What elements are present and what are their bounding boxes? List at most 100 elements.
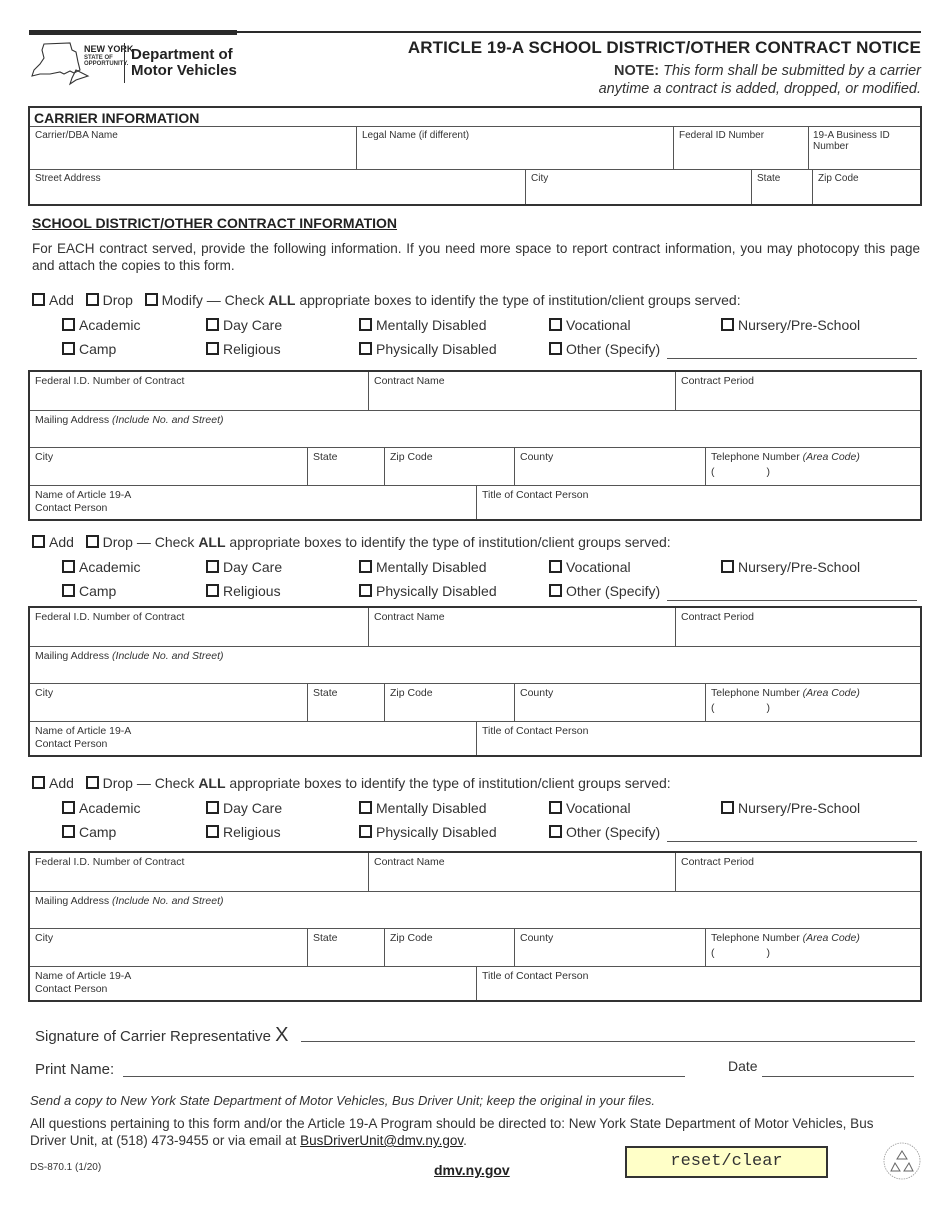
website-link[interactable]: dmv.ny.gov xyxy=(434,1162,510,1178)
contact-person-title-field[interactable]: Title of Contact Person xyxy=(476,721,920,755)
contract-county-field[interactable]: County xyxy=(514,928,705,966)
mailing-address-field[interactable]: Mailing Address (Include No. and Street) xyxy=(30,891,920,928)
contract-period-field[interactable]: Contract Period xyxy=(675,853,920,891)
religious-checkbox[interactable] xyxy=(206,342,219,355)
mentally-disabled-checkbox[interactable] xyxy=(359,801,372,814)
religious-checkbox[interactable] xyxy=(206,825,219,838)
vocational-checkbox[interactable] xyxy=(549,318,562,331)
contract-name-field[interactable]: Contract Name xyxy=(368,608,675,646)
contract-telephone-field[interactable]: Telephone Number (Area Code) () xyxy=(705,447,920,485)
carrier-dba-name-field[interactable]: Carrier/DBA Name xyxy=(30,126,356,169)
option-mentally-disabled[interactable]: Mentally Disabled xyxy=(359,800,487,816)
option-academic[interactable]: Academic xyxy=(62,559,140,575)
nursery-checkbox[interactable] xyxy=(721,560,734,573)
contact-person-name-field[interactable]: Name of Article 19-A Contact Person xyxy=(30,966,476,1000)
day-care-checkbox[interactable] xyxy=(206,560,219,573)
option-nursery[interactable]: Nursery/Pre-School xyxy=(721,800,860,816)
contact-person-title-field[interactable]: Title of Contact Person xyxy=(476,485,920,519)
physically-disabled-checkbox[interactable] xyxy=(359,825,372,838)
mentally-disabled-checkbox[interactable] xyxy=(359,560,372,573)
carrier-city-field[interactable]: City xyxy=(525,169,751,204)
other-checkbox[interactable] xyxy=(549,584,562,597)
option-other[interactable]: Other (Specify) xyxy=(549,824,660,840)
contract-zip-code-field[interactable]: Zip Code xyxy=(384,928,514,966)
business-id-number-field[interactable]: 19-A Business ID Number xyxy=(808,126,920,169)
day-care-checkbox[interactable] xyxy=(206,801,219,814)
contract-federal-id-field[interactable]: Federal I.D. Number of Contract xyxy=(30,608,368,646)
option-nursery[interactable]: Nursery/Pre-School xyxy=(721,559,860,575)
add-checkbox[interactable] xyxy=(32,776,45,789)
physically-disabled-checkbox[interactable] xyxy=(359,342,372,355)
carrier-zip-code-field[interactable]: Zip Code xyxy=(812,169,920,204)
other-checkbox[interactable] xyxy=(549,342,562,355)
contract-federal-id-field[interactable]: Federal I.D. Number of Contract xyxy=(30,372,368,410)
contact-person-title-field[interactable]: Title of Contact Person xyxy=(476,966,920,1000)
option-day-care[interactable]: Day Care xyxy=(206,559,282,575)
contract-state-field[interactable]: State xyxy=(307,447,384,485)
option-vocational[interactable]: Vocational xyxy=(549,317,631,333)
add-checkbox[interactable] xyxy=(32,535,45,548)
camp-checkbox[interactable] xyxy=(62,584,75,597)
option-day-care[interactable]: Day Care xyxy=(206,317,282,333)
carrier-state-field[interactable]: State xyxy=(751,169,812,204)
legal-name-field[interactable]: Legal Name (if different) xyxy=(356,126,673,169)
contract-state-field[interactable]: State xyxy=(307,928,384,966)
option-vocational[interactable]: Vocational xyxy=(549,800,631,816)
reset-clear-button[interactable]: reset/clear xyxy=(625,1146,828,1178)
email-link[interactable]: BusDriverUnit@dmv.ny.gov xyxy=(300,1133,463,1148)
modify-checkbox[interactable] xyxy=(144,293,158,306)
contract-zip-code-field[interactable]: Zip Code xyxy=(384,683,514,721)
contract-zip-code-field[interactable]: Zip Code xyxy=(384,447,514,485)
contract-telephone-field[interactable]: Telephone Number (Area Code) () xyxy=(705,928,920,966)
nursery-checkbox[interactable] xyxy=(721,318,734,331)
contract-name-field[interactable]: Contract Name xyxy=(368,853,675,891)
option-camp[interactable]: Camp xyxy=(62,341,116,357)
contract-city-field[interactable]: City xyxy=(30,928,307,966)
option-academic[interactable]: Academic xyxy=(62,317,140,333)
day-care-checkbox[interactable] xyxy=(206,318,219,331)
contract-city-field[interactable]: City xyxy=(30,683,307,721)
option-physically-disabled[interactable]: Physically Disabled xyxy=(359,824,497,840)
option-day-care[interactable]: Day Care xyxy=(206,800,282,816)
religious-checkbox[interactable] xyxy=(206,584,219,597)
contract-period-field[interactable]: Contract Period xyxy=(675,372,920,410)
option-religious[interactable]: Religious xyxy=(206,341,281,357)
option-camp[interactable]: Camp xyxy=(62,824,116,840)
drop-checkbox[interactable] xyxy=(85,293,99,306)
physically-disabled-checkbox[interactable] xyxy=(359,584,372,597)
option-camp[interactable]: Camp xyxy=(62,583,116,599)
option-mentally-disabled[interactable]: Mentally Disabled xyxy=(359,317,487,333)
option-religious[interactable]: Religious xyxy=(206,583,281,599)
option-religious[interactable]: Religious xyxy=(206,824,281,840)
vocational-checkbox[interactable] xyxy=(549,801,562,814)
other-specify-input-line[interactable] xyxy=(667,841,917,842)
other-specify-input-line[interactable] xyxy=(667,600,917,601)
street-address-field[interactable]: Street Address xyxy=(30,169,525,204)
drop-checkbox[interactable] xyxy=(85,776,99,789)
other-specify-input-line[interactable] xyxy=(667,358,917,359)
contract-period-field[interactable]: Contract Period xyxy=(675,608,920,646)
option-mentally-disabled[interactable]: Mentally Disabled xyxy=(359,559,487,575)
date-input-line[interactable] xyxy=(762,1076,914,1077)
signature-input-line[interactable] xyxy=(301,1041,915,1042)
vocational-checkbox[interactable] xyxy=(549,560,562,573)
mailing-address-field[interactable]: Mailing Address (Include No. and Street) xyxy=(30,410,920,447)
option-nursery[interactable]: Nursery/Pre-School xyxy=(721,317,860,333)
option-physically-disabled[interactable]: Physically Disabled xyxy=(359,583,497,599)
option-vocational[interactable]: Vocational xyxy=(549,559,631,575)
contract-state-field[interactable]: State xyxy=(307,683,384,721)
other-checkbox[interactable] xyxy=(549,825,562,838)
camp-checkbox[interactable] xyxy=(62,825,75,838)
federal-id-number-field[interactable]: Federal ID Number xyxy=(673,126,808,169)
academic-checkbox[interactable] xyxy=(62,801,75,814)
nursery-checkbox[interactable] xyxy=(721,801,734,814)
add-checkbox[interactable] xyxy=(32,293,45,306)
contract-telephone-field[interactable]: Telephone Number (Area Code) () xyxy=(705,683,920,721)
mentally-disabled-checkbox[interactable] xyxy=(359,318,372,331)
contact-person-name-field[interactable]: Name of Article 19-A Contact Person xyxy=(30,485,476,519)
academic-checkbox[interactable] xyxy=(62,560,75,573)
contact-person-name-field[interactable]: Name of Article 19-A Contact Person xyxy=(30,721,476,755)
option-physically-disabled[interactable]: Physically Disabled xyxy=(359,341,497,357)
drop-checkbox[interactable] xyxy=(85,535,99,548)
contract-county-field[interactable]: County xyxy=(514,683,705,721)
